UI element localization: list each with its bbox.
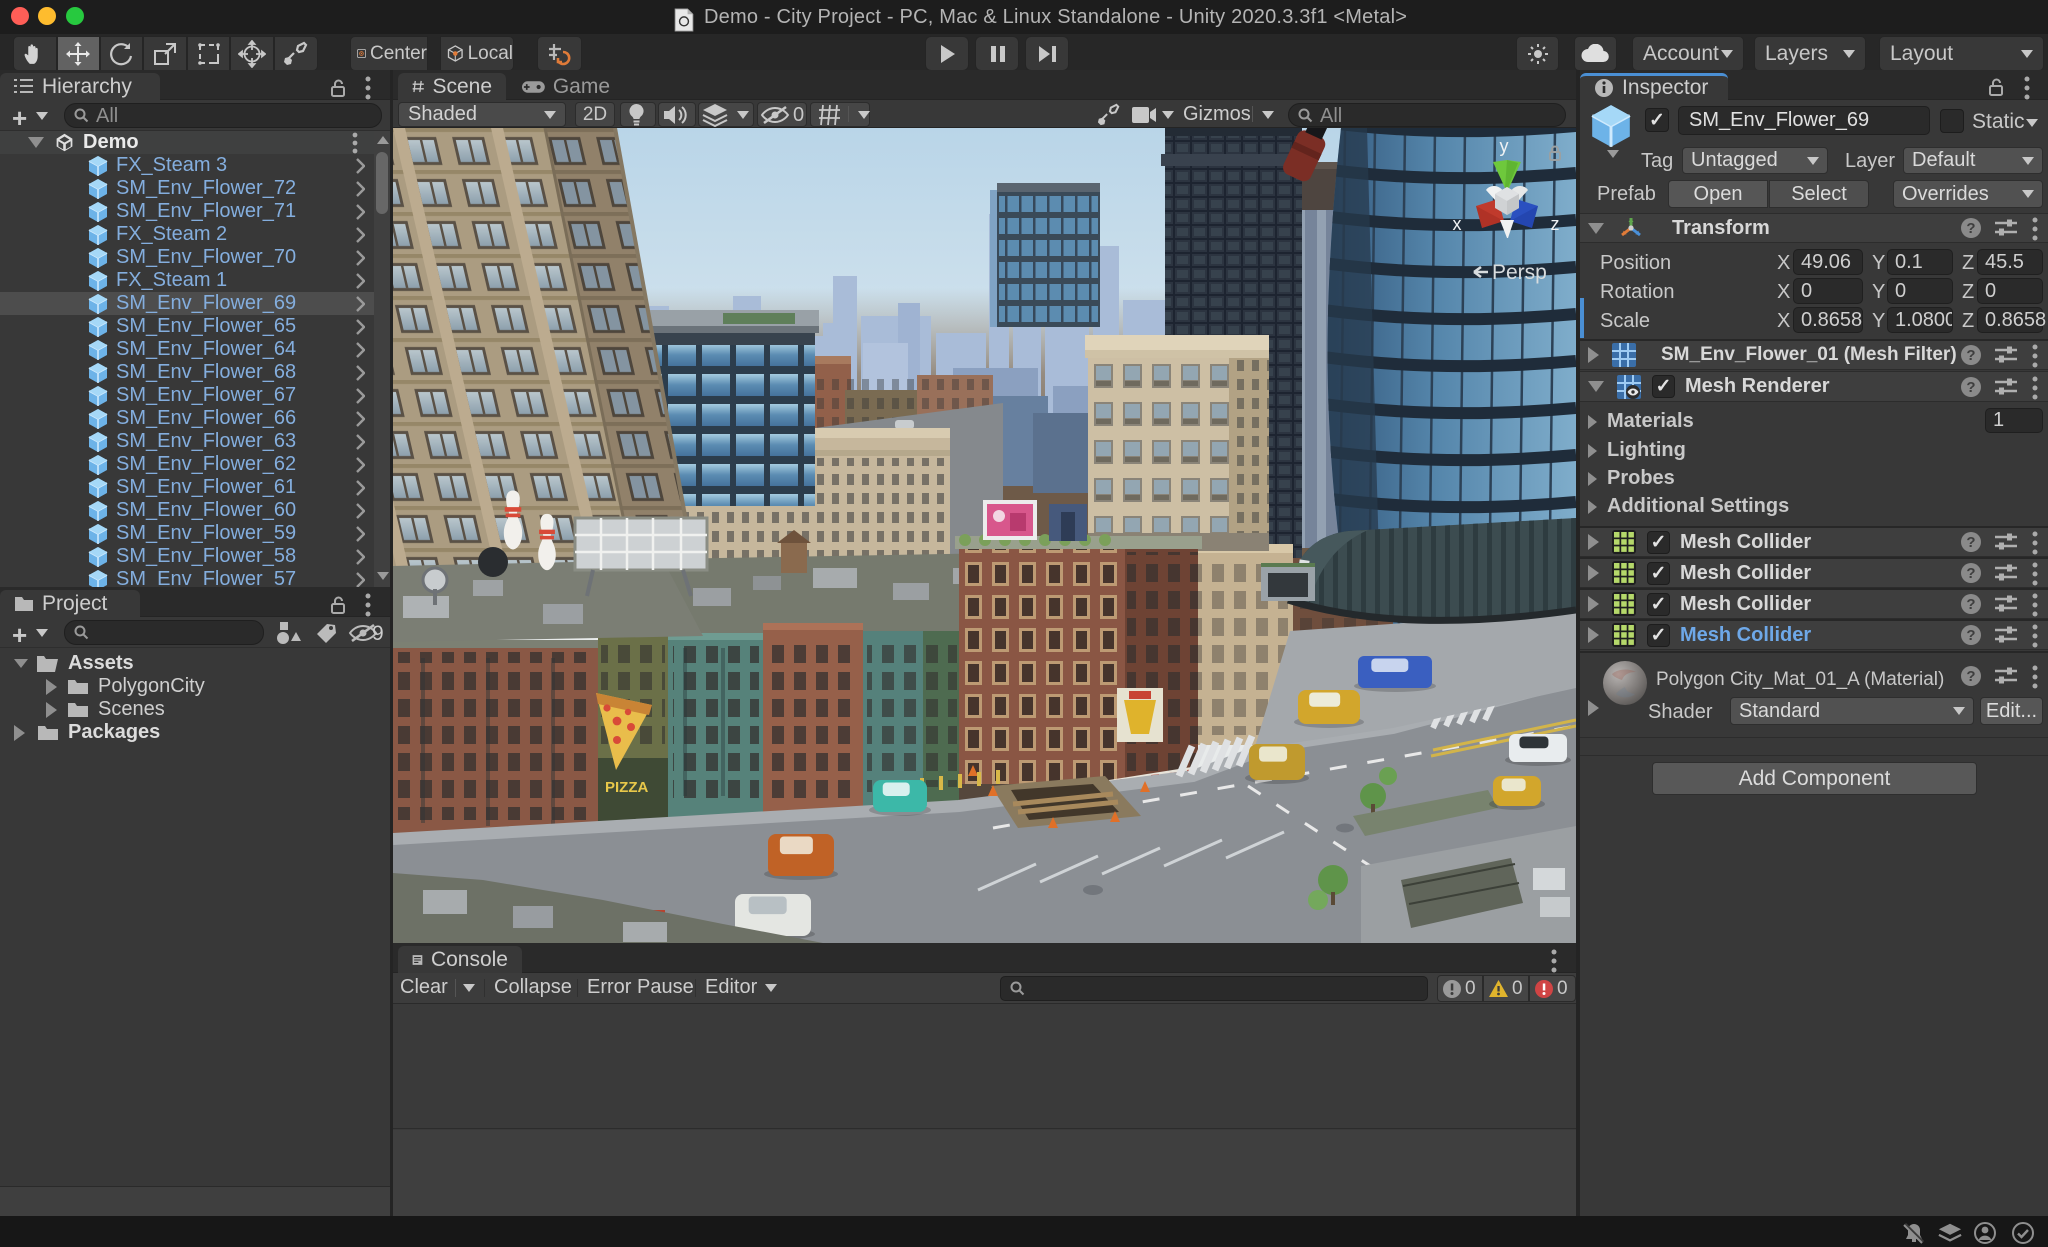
svg-text:y: y [1500, 136, 1509, 156]
svg-text:?: ? [1966, 534, 1975, 551]
svg-text:?: ? [1966, 668, 1975, 685]
svg-text:?: ? [1966, 220, 1975, 237]
svg-text:Persp: Persp [1492, 261, 1547, 284]
svg-text:?: ? [1966, 379, 1975, 396]
svg-text:?: ? [1966, 565, 1975, 582]
svg-text:x: x [1453, 214, 1462, 234]
svg-text:z: z [1551, 214, 1560, 234]
svg-text:?: ? [1966, 596, 1975, 613]
svg-text:?: ? [1966, 347, 1975, 364]
svg-text:?: ? [1966, 627, 1975, 644]
